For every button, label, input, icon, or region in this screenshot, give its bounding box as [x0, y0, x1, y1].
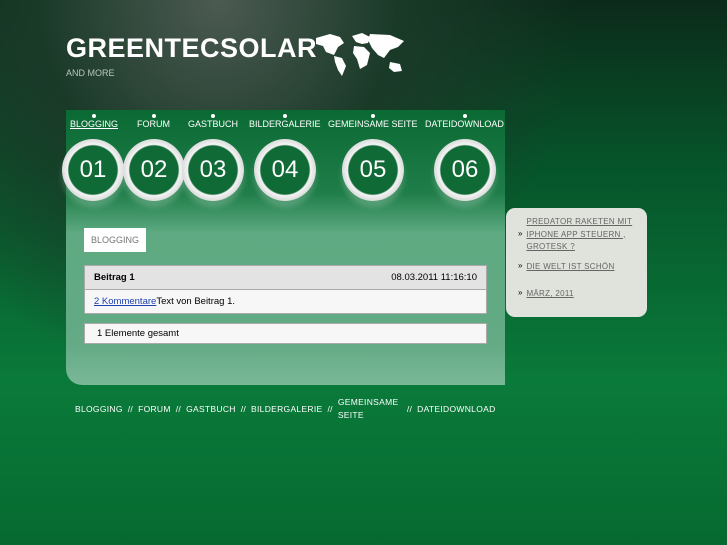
- blog-post: Beitrag 1 08.03.2011 11:16:10 2 Kommentar…: [84, 265, 487, 314]
- footer-link-bildergalerie[interactable]: BILDERGALERIE: [251, 404, 322, 414]
- footer-link-dateidownload[interactable]: DATEIDOWNLOAD: [417, 404, 495, 414]
- nav-button-03[interactable]: 03: [182, 139, 244, 201]
- nav-bildergalerie[interactable]: BILDERGALERIE: [249, 119, 321, 129]
- nav-dot: [92, 114, 96, 118]
- nav-dot: [283, 114, 287, 118]
- post-date: 08.03.2011 11:16:10: [391, 272, 477, 283]
- footer-link-blogging[interactable]: BLOGGING: [75, 404, 123, 414]
- bullet-icon: »: [518, 229, 523, 238]
- nav-button-02[interactable]: 02: [123, 139, 185, 201]
- nav-gemeinsame-seite[interactable]: GEMEINSAME SEITE: [328, 119, 418, 129]
- post-title: Beitrag 1: [94, 272, 135, 283]
- footer-nav: BLOGGING // FORUM // GASTBUCH // BILDERGALE…: [75, 396, 496, 422]
- footer-link-forum[interactable]: FORUM: [138, 404, 171, 414]
- bullet-icon: »: [518, 288, 523, 297]
- world-map-icon: [316, 33, 404, 76]
- footer-link-gastbuch[interactable]: GASTBUCH: [186, 404, 236, 414]
- separator: //: [175, 404, 182, 414]
- total-count: 1 Elemente gesamt: [84, 323, 487, 344]
- comments-link[interactable]: 2 Kommentare: [94, 296, 156, 307]
- site-subtitle: AND MORE: [66, 68, 115, 78]
- separator: //: [240, 404, 247, 414]
- site-title: GREENTECSOLAR: [66, 33, 318, 63]
- nav-blogging[interactable]: BLOGGING: [70, 119, 118, 129]
- bullet-icon: »: [518, 261, 523, 270]
- nav-forum[interactable]: FORUM: [137, 119, 170, 129]
- nav-dot: [371, 114, 375, 118]
- nav-button-01[interactable]: 01: [62, 139, 124, 201]
- sidebar-link[interactable]: PREDATOR RAKETEN MIT IPHONE APP STEUERN …: [526, 216, 646, 254]
- nav-dateidownload[interactable]: DATEIDOWNLOAD: [425, 119, 504, 129]
- post-text: Text von Beitrag 1.: [156, 296, 235, 307]
- separator: //: [327, 404, 333, 414]
- separator: //: [127, 404, 134, 414]
- section-tab[interactable]: BLOGGING: [84, 228, 146, 252]
- nav-button-06[interactable]: 06: [434, 139, 496, 201]
- sidebar-link[interactable]: DIE WELT IST SCHÖN: [526, 261, 614, 274]
- nav-dot: [463, 114, 467, 118]
- nav-button-04[interactable]: 04: [254, 139, 316, 201]
- sidebar-box: » PREDATOR RAKETEN MIT IPHONE APP STEUERN…: [506, 208, 647, 317]
- footer-link-gemeinsame-seite[interactable]: GEMEINSAME SEITE: [338, 396, 402, 422]
- nav-gastbuch[interactable]: GASTBUCH: [188, 119, 238, 129]
- nav-dot: [152, 114, 156, 118]
- nav-button-05[interactable]: 05: [342, 139, 404, 201]
- separator: //: [406, 404, 413, 414]
- sidebar-link[interactable]: MÄRZ, 2011: [526, 288, 573, 301]
- nav-dot: [211, 114, 215, 118]
